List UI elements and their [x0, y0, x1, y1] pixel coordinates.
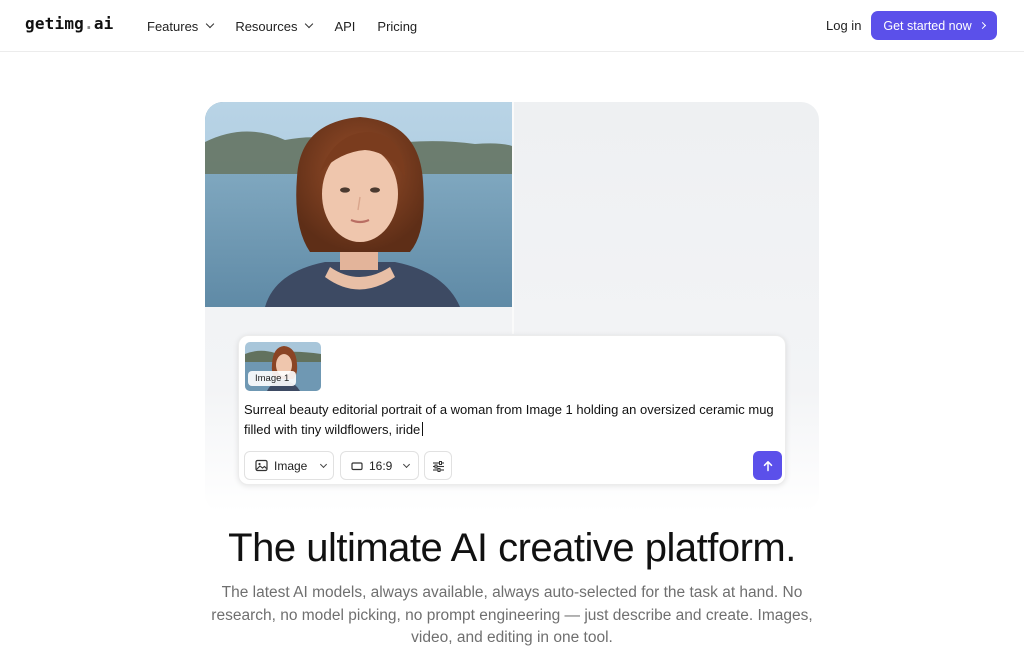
chevron-down-icon [206, 19, 215, 29]
aspect-ratio-icon [351, 461, 363, 470]
nav-api[interactable]: API [334, 19, 355, 34]
aspect-ratio-select[interactable]: 16:9 [340, 451, 419, 480]
logo-text-main: getimg [25, 14, 84, 33]
nav-features[interactable]: Features [147, 18, 215, 34]
nav-features-label: Features [147, 18, 199, 34]
settings-button[interactable] [424, 451, 452, 480]
nav-pricing-label: Pricing [377, 18, 418, 34]
chevron-down-icon [305, 19, 314, 29]
image-icon [255, 459, 268, 472]
mode-select-label: Image [274, 458, 308, 473]
mode-select[interactable]: Image [244, 451, 334, 480]
brand-logo[interactable]: getimg.ai [25, 14, 114, 33]
logo-dot: . [84, 14, 94, 33]
nav-api-label: API [334, 18, 356, 34]
get-started-label: Get started now [883, 18, 972, 33]
nav-resources[interactable]: Resources [235, 18, 314, 34]
get-started-button[interactable]: Get started now [871, 11, 997, 40]
aspect-ratio-label: 16:9 [369, 458, 393, 473]
chevron-down-icon [403, 460, 411, 468]
prompt-input-text: Surreal beauty editorial portrait of a w… [244, 402, 774, 437]
chevron-down-icon [320, 460, 328, 468]
chevron-right-icon [978, 21, 986, 30]
attachment-label: Image 1 [248, 371, 297, 386]
main-nav: Features Resources API Pricing [147, 0, 439, 52]
portrait-photo [205, 102, 512, 307]
text-caret [422, 421, 424, 436]
nav-resources-label: Resources [235, 18, 298, 34]
top-navbar: getimg.ai Features Resources API Pricing… [0, 0, 1024, 52]
logo-text-tld: ai [93, 14, 114, 33]
prompt-input[interactable]: Surreal beauty editorial portrait of a w… [244, 400, 784, 439]
hero-description: The latest AI models, always available, … [211, 584, 813, 646]
arrow-up-icon [763, 460, 772, 471]
panel-divider [512, 102, 514, 334]
page-title: The ultimate AI creative platform. [228, 526, 796, 570]
login-link[interactable]: Log in [826, 18, 861, 33]
sliders-icon [432, 460, 444, 472]
prompt-composer: Image 1 Surreal beauty editorial portrai… [238, 335, 786, 485]
send-button[interactable] [753, 451, 782, 480]
nav-pricing[interactable]: Pricing [377, 19, 417, 34]
